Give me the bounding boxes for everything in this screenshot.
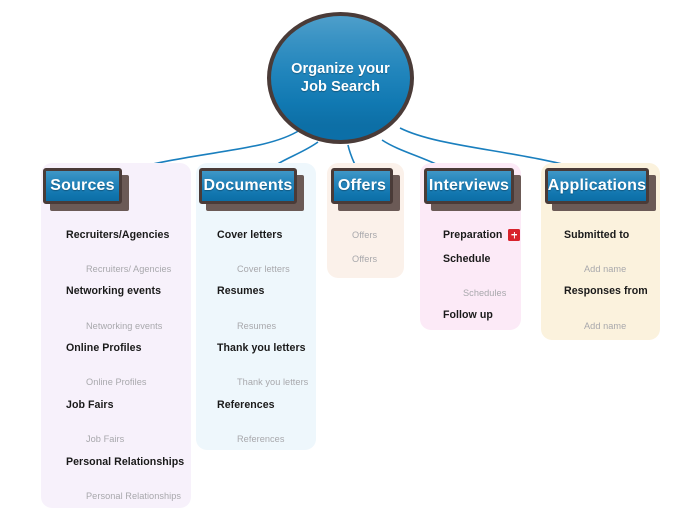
topic-label: Thank you letters [217, 342, 306, 354]
topic-label: Preparation [443, 229, 503, 241]
subtopic-interviews-1[interactable]: Schedules [463, 288, 506, 298]
attachment-badge-icon[interactable] [508, 229, 521, 241]
topic-sources-3[interactable]: Job Fairs [66, 399, 114, 411]
subtopic-applications-1[interactable]: Add name [584, 321, 626, 331]
subtopic-documents-3[interactable]: References [237, 434, 284, 444]
topic-label: Personal Relationships [66, 456, 185, 468]
header-chip-sources[interactable]: Sources [43, 168, 129, 211]
topic-documents-2[interactable]: Thank you letters [217, 342, 306, 354]
chip-face-offers: Offers [331, 168, 393, 204]
chip-label-interviews: Interviews [428, 177, 510, 194]
header-chip-documents[interactable]: Documents [199, 168, 304, 211]
subtopic-documents-1[interactable]: Resumes [237, 321, 276, 331]
root-node-label: Organize your Job Search [291, 60, 390, 97]
topic-applications-1[interactable]: Responses from [564, 285, 648, 297]
chip-label-offers: Offers [337, 177, 387, 194]
subtopic-documents-2[interactable]: Thank you letters [237, 377, 308, 387]
header-chip-offers[interactable]: Offers [331, 168, 400, 211]
topic-label: Job Fairs [66, 399, 114, 411]
topic-offers-0[interactable]: Offers [352, 230, 377, 240]
chip-face-documents: Documents [199, 168, 297, 204]
root-line-1: Organize your [291, 60, 390, 77]
root-node[interactable]: Organize your Job Search [267, 12, 414, 144]
topic-sources-4[interactable]: Personal Relationships [66, 456, 184, 468]
topic-label: Resumes [217, 285, 265, 297]
topic-label: Submitted to [564, 229, 630, 241]
header-chip-applications[interactable]: Applications [545, 168, 656, 211]
topic-label: Networking events [66, 285, 162, 297]
topic-interviews-1[interactable]: Schedule [443, 253, 491, 265]
chip-label-sources: Sources [50, 177, 115, 194]
topic-label: Schedule [443, 253, 491, 265]
subtopic-sources-0[interactable]: Recruiters/ Agencies [86, 264, 171, 274]
header-chip-interviews[interactable]: Interviews [424, 168, 521, 211]
topic-offers-1[interactable]: Offers [352, 254, 377, 264]
subtopic-sources-1[interactable]: Networking events [86, 321, 162, 331]
chip-face-sources: Sources [43, 168, 122, 204]
topic-interviews-0[interactable]: Preparation [443, 229, 521, 241]
topic-documents-1[interactable]: Resumes [217, 285, 264, 297]
root-line-2: Job Search [300, 79, 381, 95]
topic-documents-0[interactable]: Cover letters [217, 229, 282, 241]
topic-documents-3[interactable]: References [217, 399, 275, 411]
subtopic-sources-4[interactable]: Personal Relationships [86, 491, 181, 501]
topic-label: Recruiters/Agencies [66, 229, 170, 241]
chip-label-applications: Applications [547, 177, 647, 194]
topic-label: Follow up [443, 309, 493, 321]
topic-label: References [217, 399, 275, 411]
topic-applications-0[interactable]: Submitted to [564, 229, 629, 241]
subtopic-documents-0[interactable]: Cover letters [237, 264, 290, 274]
chip-face-applications: Applications [545, 168, 649, 204]
subtopic-sources-3[interactable]: Job Fairs [86, 434, 124, 444]
topic-label: Responses from [564, 285, 648, 297]
mindmap-canvas: Organize your Job Search Sources Documen… [0, 0, 697, 520]
subtopic-sources-2[interactable]: Online Profiles [86, 377, 147, 387]
chip-face-interviews: Interviews [424, 168, 514, 204]
topic-label: Online Profiles [66, 342, 142, 354]
topic-sources-2[interactable]: Online Profiles [66, 342, 142, 354]
topic-sources-1[interactable]: Networking events [66, 285, 161, 297]
topic-interviews-2[interactable]: Follow up [443, 309, 493, 321]
topic-label: Cover letters [217, 229, 283, 241]
topic-sources-0[interactable]: Recruiters/Agencies [66, 229, 169, 241]
subtopic-applications-0[interactable]: Add name [584, 264, 626, 274]
chip-label-documents: Documents [203, 177, 293, 194]
